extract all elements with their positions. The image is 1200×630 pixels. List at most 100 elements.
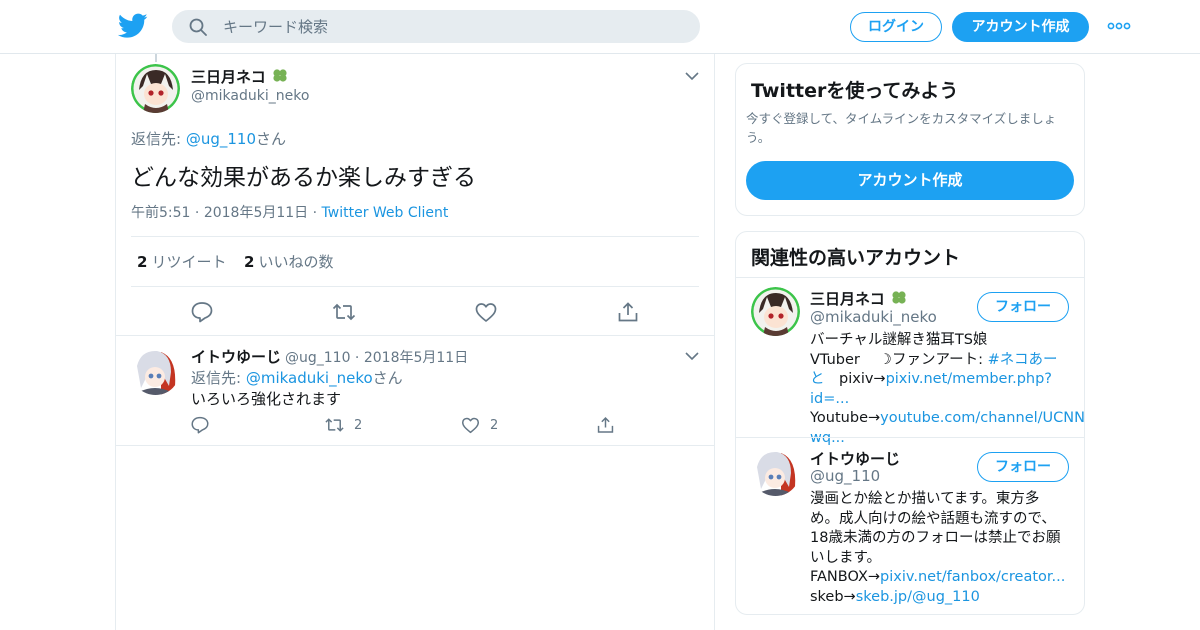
author-handle[interactable]: @mikaduki_neko xyxy=(191,88,309,104)
search-icon xyxy=(189,18,207,36)
signup-card-description: 今すぐ登録して、タイムラインをカスタマイズしましょう。 xyxy=(746,111,1057,145)
bio-line: wq... xyxy=(810,429,1072,449)
related-accounts-card: 関連性の高いアカウント 三日月ネコ @mikaduki_neko フォロー バー… xyxy=(735,231,1085,615)
bio-line: skeb→skeb.jp/@ug_110 xyxy=(810,588,1072,608)
tweet-date[interactable]: 2018年5月11日 xyxy=(364,350,468,366)
more-options-icon[interactable] xyxy=(1107,20,1131,32)
tweet-time[interactable]: 午前5:51 xyxy=(131,205,190,221)
bio-text: Youtube→ xyxy=(810,410,881,426)
divider xyxy=(116,335,714,336)
reply-context: 返信先: @ug_110さん xyxy=(131,128,286,149)
avatar[interactable] xyxy=(131,64,180,113)
follow-button[interactable]: フォロー xyxy=(977,292,1069,322)
bio-line: と pixiv→pixiv.net/member.php?id=... xyxy=(810,370,1072,409)
bio-text: skeb→ xyxy=(810,588,856,605)
avatar[interactable] xyxy=(131,346,180,395)
tweet-actions xyxy=(116,299,714,329)
divider xyxy=(736,437,1084,438)
like-stat[interactable]: 2 いいねの数 xyxy=(244,251,333,272)
avatar[interactable] xyxy=(751,447,800,496)
retweet-icon[interactable] xyxy=(324,416,345,434)
chevron-down-icon[interactable] xyxy=(685,71,699,81)
reply-to-link[interactable]: @mikaduki_neko xyxy=(246,369,373,387)
share-icon[interactable] xyxy=(595,416,616,434)
search-box[interactable] xyxy=(172,10,700,43)
youtube-link[interactable]: youtube.com/channel/UCNN xyxy=(880,410,1085,426)
bio-text: FANBOX→ xyxy=(810,569,881,585)
clover-emoji-icon xyxy=(892,291,906,304)
bio-line: 漫画とか絵とか描いてます。東方多 xyxy=(810,491,1040,507)
tweet-text: どんな効果があるか楽しみすぎる xyxy=(131,165,476,191)
signup-card-button[interactable]: アカウント作成 xyxy=(746,161,1074,200)
share-icon[interactable] xyxy=(616,301,640,323)
account-bio: バーチャル謎解き猫耳TS娘 VTuber ☽ファンアート: #ネコあー と pi… xyxy=(810,331,1085,449)
account-bio: 漫画とか絵とか描いてます。東方多 め。成人向けの絵や話題も流すので、 18歳未満… xyxy=(810,490,1072,607)
account-handle[interactable]: @mikaduki_neko xyxy=(810,308,937,326)
search-input[interactable] xyxy=(223,15,683,39)
separator-dot: · xyxy=(350,350,364,366)
author-handle[interactable]: @ug_110 xyxy=(285,350,350,366)
login-button[interactable]: ログイン xyxy=(850,12,942,42)
like-heart-icon[interactable] xyxy=(474,301,498,323)
retweet-count: 2 xyxy=(354,418,363,433)
avatar-ug110-icon xyxy=(131,346,180,395)
bio-text: pixiv→ xyxy=(824,371,886,387)
reply-icon[interactable] xyxy=(190,416,210,434)
divider xyxy=(116,445,714,446)
retweet-label: リツイート xyxy=(151,253,227,271)
bio-line: め。成人向けの絵や話題も流すので、 xyxy=(810,510,1056,527)
bio-line: FANBOX→pixiv.net/fanbox/creator... xyxy=(810,568,1072,588)
twitter-logo-icon[interactable] xyxy=(118,13,148,39)
retweet-stat[interactable]: 2 リツイート xyxy=(137,251,226,272)
like-count: 2 xyxy=(244,253,255,271)
bio-line: 18歳未満の方のフォローは禁止でお願 xyxy=(810,530,1061,546)
tweet-date[interactable]: 2018年5月11日 xyxy=(204,205,308,221)
author-name[interactable]: イトウゆーじ xyxy=(191,346,281,367)
reply-icon[interactable] xyxy=(190,301,214,323)
client-link[interactable]: Twitter Web Client xyxy=(322,205,449,221)
tweet-text: いろいろ強化されます xyxy=(191,390,342,408)
thread-line xyxy=(155,54,157,62)
bio-line: Youtube→youtube.com/channel/UCNN xyxy=(810,409,1085,429)
avatar-ug110-icon xyxy=(751,447,800,496)
account-handle[interactable]: @ug_110 xyxy=(810,467,880,485)
top-navigation-bar: ログイン アカウント作成 xyxy=(0,0,1200,54)
avatar[interactable] xyxy=(751,287,800,336)
reply-suffix: さん xyxy=(372,369,403,387)
signup-card-title: Twitterを使ってみよう xyxy=(751,80,959,102)
hashtag-link[interactable]: と xyxy=(810,371,825,387)
tweet-column: 三日月ネコ @mikaduki_neko 返信先: @ug_110さん どんな効… xyxy=(115,54,715,630)
clover-emoji-icon xyxy=(273,69,287,82)
like-heart-icon[interactable] xyxy=(460,416,481,434)
separator-dot: · xyxy=(308,205,322,221)
bio-line: VTuber ☽ファンアート: #ネコあー xyxy=(810,351,1072,371)
reply-prefix: 返信先: xyxy=(191,369,246,387)
hashtag-link[interactable]: #ネコあー xyxy=(988,352,1058,368)
separator-dot: · xyxy=(190,205,204,221)
tweet-metadata: 午前5:51 · 2018年5月11日 · Twitter Web Client xyxy=(131,202,448,222)
reply-to-link[interactable]: @ug_110 xyxy=(186,130,256,148)
follow-button[interactable]: フォロー xyxy=(977,452,1069,482)
signup-button[interactable]: アカウント作成 xyxy=(952,12,1089,42)
account-name[interactable]: イトウゆーじ xyxy=(810,448,900,469)
avatar-mikaduki-icon xyxy=(751,287,800,336)
like-label: いいねの数 xyxy=(258,253,334,271)
author-name: 三日月ネコ xyxy=(191,68,266,86)
retweet-count: 2 xyxy=(137,253,148,271)
like-count: 2 xyxy=(490,418,499,433)
fanbox-link[interactable]: pixiv.net/fanbox/creator... xyxy=(880,569,1065,585)
tweet-stats: 2 リツイート 2 いいねの数 xyxy=(131,236,699,287)
signup-card: Twitterを使ってみよう 今すぐ登録して、タイムラインをカスタマイズしましょ… xyxy=(735,63,1085,216)
avatar-mikaduki-icon xyxy=(131,64,180,113)
reply-suffix: さん xyxy=(256,130,287,148)
retweet-icon[interactable] xyxy=(332,301,356,323)
related-accounts-title: 関連性の高いアカウント xyxy=(751,247,961,269)
account-name: 三日月ネコ xyxy=(810,290,885,308)
bio-text: VTuber ☽ファンアート: xyxy=(810,351,988,368)
reply-context: 返信先: @mikaduki_nekoさん xyxy=(191,367,403,388)
reply-prefix: 返信先: xyxy=(131,130,186,148)
skeb-link[interactable]: skeb.jp/@ug_110 xyxy=(856,589,980,605)
bio-line: バーチャル謎解き猫耳TS娘 xyxy=(810,332,988,348)
chevron-down-icon[interactable] xyxy=(685,351,699,361)
bio-line: いします。 xyxy=(810,549,882,566)
